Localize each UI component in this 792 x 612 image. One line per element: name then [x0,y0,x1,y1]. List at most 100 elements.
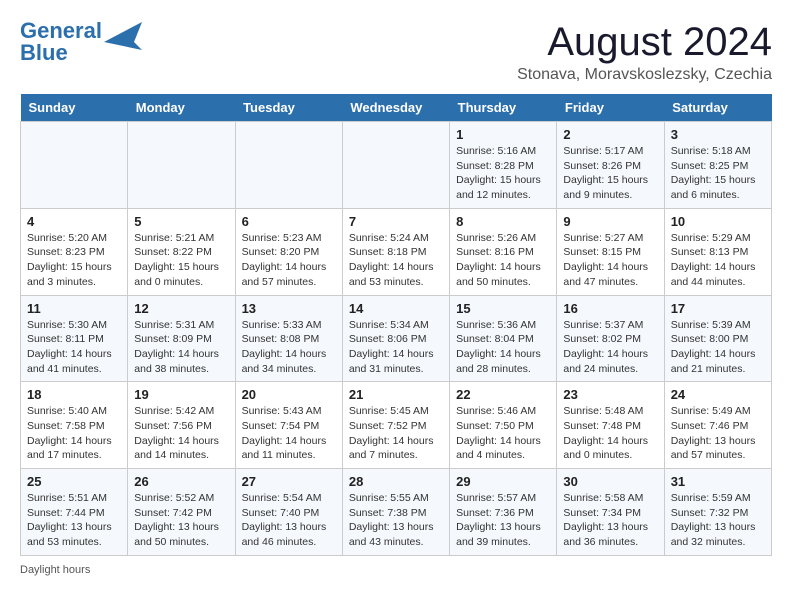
day-number: 14 [349,301,443,316]
col-header-thursday: Thursday [450,94,557,122]
calendar-cell: 13 Sunrise: 5:33 AM Sunset: 8:08 PM Dayli… [235,295,342,382]
day-detail: Sunrise: 5:39 AM Sunset: 8:00 PM Dayligh… [671,318,765,377]
page-header: GeneralBlue August 2024 Stonava, Moravsk… [20,20,772,84]
calendar-cell: 29Sunrise: 5:57 AM Sunset: 7:36 PM Dayli… [450,469,557,556]
calendar-cell: 7 Sunrise: 5:24 AM Sunset: 8:18 PM Daylig… [342,208,449,295]
calendar-cell: 31Sunrise: 5:59 AM Sunset: 7:32 PM Dayli… [664,469,771,556]
day-detail: Sunrise: 5:59 AM Sunset: 7:32 PM Dayligh… [671,491,765,550]
day-number: 12 [134,301,228,316]
calendar-cell: 17 Sunrise: 5:39 AM Sunset: 8:00 PM Dayli… [664,295,771,382]
calendar-cell: 10Sunrise: 5:29 AM Sunset: 8:13 PM Dayli… [664,208,771,295]
day-detail: Sunrise: 5:16 AM Sunset: 8:28 PM Dayligh… [456,144,550,203]
col-header-friday: Friday [557,94,664,122]
calendar-cell: 18Sunrise: 5:40 AM Sunset: 7:58 PM Dayli… [21,382,128,469]
day-detail: Sunrise: 5:48 AM Sunset: 7:48 PM Dayligh… [563,404,657,463]
day-detail: Sunrise: 5:24 AM Sunset: 8:18 PM Dayligh… [349,231,443,290]
day-number: 1 [456,127,550,142]
calendar-cell: 28 Sunrise: 5:55 AM Sunset: 7:38 PM Dayli… [342,469,449,556]
calendar-cell: 1 Sunrise: 5:16 AM Sunset: 8:28 PM Daylig… [450,122,557,209]
day-number: 13 [242,301,336,316]
day-detail: Sunrise: 5:58 AM Sunset: 7:34 PM Dayligh… [563,491,657,550]
day-detail: Sunrise: 5:49 AM Sunset: 7:46 PM Dayligh… [671,404,765,463]
day-number: 4 [27,214,121,229]
day-number: 8 [456,214,550,229]
day-detail: Sunrise: 5:26 AM Sunset: 8:16 PM Dayligh… [456,231,550,290]
calendar-cell: 16Sunrise: 5:37 AM Sunset: 8:02 PM Dayli… [557,295,664,382]
calendar-cell: 14Sunrise: 5:34 AM Sunset: 8:06 PM Dayli… [342,295,449,382]
day-number: 20 [242,387,336,402]
day-detail: Sunrise: 5:23 AM Sunset: 8:20 PM Dayligh… [242,231,336,290]
location-subtitle: Stonava, Moravskoslezsky, Czechia [517,66,772,84]
day-number: 25 [27,474,121,489]
day-number: 23 [563,387,657,402]
day-number: 10 [671,214,765,229]
calendar-cell: 15 Sunrise: 5:36 AM Sunset: 8:04 PM Dayli… [450,295,557,382]
day-detail: Sunrise: 5:36 AM Sunset: 8:04 PM Dayligh… [456,318,550,377]
day-number: 27 [242,474,336,489]
day-number: 2 [563,127,657,142]
footer-note: Daylight hours [20,564,772,576]
day-number: 22 [456,387,550,402]
day-number: 18 [27,387,121,402]
day-number: 15 [456,301,550,316]
day-number: 17 [671,301,765,316]
calendar-cell: 8 Sunrise: 5:26 AM Sunset: 8:16 PM Daylig… [450,208,557,295]
day-number: 24 [671,387,765,402]
day-number: 21 [349,387,443,402]
logo-wing-icon [104,22,142,52]
calendar-cell: 26 Sunrise: 5:52 AM Sunset: 7:42 PM Dayli… [128,469,235,556]
calendar-cell [21,122,128,209]
day-number: 30 [563,474,657,489]
day-detail: Sunrise: 5:20 AM Sunset: 8:23 PM Dayligh… [27,231,121,290]
logo-text: GeneralBlue [20,20,102,64]
day-number: 3 [671,127,765,142]
day-number: 9 [563,214,657,229]
calendar-week-row: 18Sunrise: 5:40 AM Sunset: 7:58 PM Dayli… [21,382,772,469]
day-number: 29 [456,474,550,489]
month-title: August 2024 [517,20,772,64]
calendar-cell: 4 Sunrise: 5:20 AM Sunset: 8:23 PM Daylig… [21,208,128,295]
day-detail: Sunrise: 5:52 AM Sunset: 7:42 PM Dayligh… [134,491,228,550]
day-number: 7 [349,214,443,229]
calendar-cell [342,122,449,209]
day-detail: Sunrise: 5:17 AM Sunset: 8:26 PM Dayligh… [563,144,657,203]
calendar-cell: 9 Sunrise: 5:27 AM Sunset: 8:15 PM Daylig… [557,208,664,295]
calendar-week-row: 1 Sunrise: 5:16 AM Sunset: 8:28 PM Daylig… [21,122,772,209]
calendar-cell: 3 Sunrise: 5:18 AM Sunset: 8:25 PM Daylig… [664,122,771,209]
calendar-cell: 19 Sunrise: 5:42 AM Sunset: 7:56 PM Dayli… [128,382,235,469]
day-detail: Sunrise: 5:33 AM Sunset: 8:08 PM Dayligh… [242,318,336,377]
col-header-sunday: Sunday [21,94,128,122]
day-detail: Sunrise: 5:55 AM Sunset: 7:38 PM Dayligh… [349,491,443,550]
day-detail: Sunrise: 5:27 AM Sunset: 8:15 PM Dayligh… [563,231,657,290]
calendar-cell: 5Sunrise: 5:21 AM Sunset: 8:22 PM Daylig… [128,208,235,295]
calendar-cell: 21 Sunrise: 5:45 AM Sunset: 7:52 PM Dayli… [342,382,449,469]
calendar-week-row: 4 Sunrise: 5:20 AM Sunset: 8:23 PM Daylig… [21,208,772,295]
calendar-cell: 2 Sunrise: 5:17 AM Sunset: 8:26 PM Daylig… [557,122,664,209]
day-number: 6 [242,214,336,229]
calendar-cell [128,122,235,209]
day-detail: Sunrise: 5:54 AM Sunset: 7:40 PM Dayligh… [242,491,336,550]
day-detail: Sunrise: 5:45 AM Sunset: 7:52 PM Dayligh… [349,404,443,463]
col-header-tuesday: Tuesday [235,94,342,122]
title-block: August 2024 Stonava, Moravskoslezsky, Cz… [517,20,772,84]
day-detail: Sunrise: 5:51 AM Sunset: 7:44 PM Dayligh… [27,491,121,550]
calendar-cell: 11Sunrise: 5:30 AM Sunset: 8:11 PM Dayli… [21,295,128,382]
calendar-table: SundayMondayTuesdayWednesdayThursdayFrid… [20,94,772,556]
day-number: 26 [134,474,228,489]
col-header-saturday: Saturday [664,94,771,122]
logo: GeneralBlue [20,20,142,64]
day-number: 28 [349,474,443,489]
day-detail: Sunrise: 5:42 AM Sunset: 7:56 PM Dayligh… [134,404,228,463]
calendar-cell: 25 Sunrise: 5:51 AM Sunset: 7:44 PM Dayli… [21,469,128,556]
day-number: 11 [27,301,121,316]
calendar-cell: 6 Sunrise: 5:23 AM Sunset: 8:20 PM Daylig… [235,208,342,295]
col-header-wednesday: Wednesday [342,94,449,122]
day-number: 19 [134,387,228,402]
day-number: 5 [134,214,228,229]
day-detail: Sunrise: 5:43 AM Sunset: 7:54 PM Dayligh… [242,404,336,463]
calendar-cell: 27 Sunrise: 5:54 AM Sunset: 7:40 PM Dayli… [235,469,342,556]
calendar-week-row: 25 Sunrise: 5:51 AM Sunset: 7:44 PM Dayli… [21,469,772,556]
calendar-cell: 23 Sunrise: 5:48 AM Sunset: 7:48 PM Dayli… [557,382,664,469]
calendar-cell: 12Sunrise: 5:31 AM Sunset: 8:09 PM Dayli… [128,295,235,382]
day-detail: Sunrise: 5:18 AM Sunset: 8:25 PM Dayligh… [671,144,765,203]
